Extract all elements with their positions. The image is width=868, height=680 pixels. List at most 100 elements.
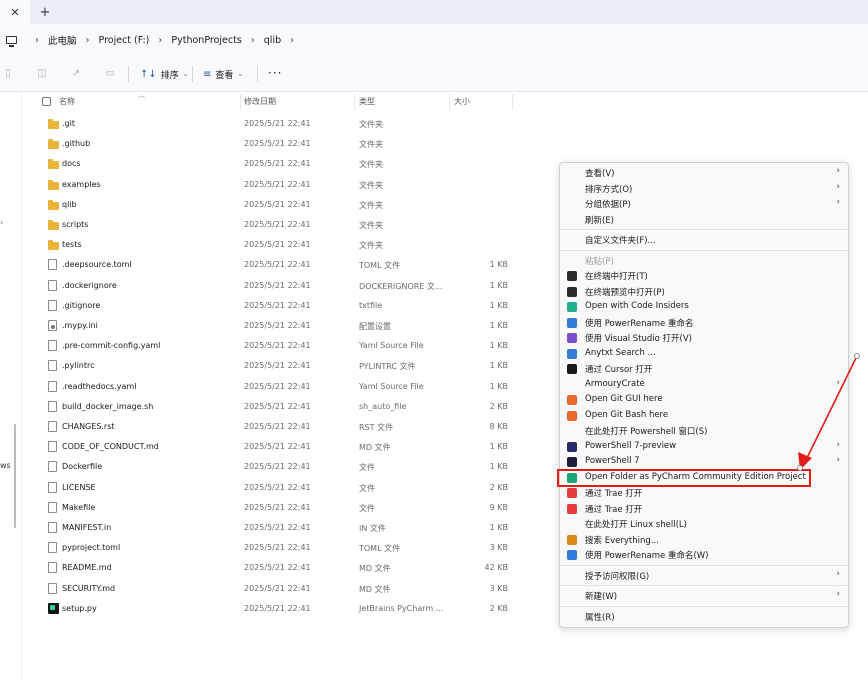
tab-close-button[interactable]: ✕ [0,0,30,24]
breadcrumb-separator[interactable]: › [77,35,99,46]
table-row[interactable]: .readthedocs.yaml 2025/5/21 22:41 Yaml Sou… [22,377,522,397]
table-row[interactable]: CODE_OF_CONDUCT.md 2025/5/21 22:41 MD 文件 1 … [22,437,522,457]
table-row[interactable]: .dockerignore 2025/5/21 22:41 DOCKERIGNORE… [22,276,522,296]
context-menu-item[interactable]: PowerShell 7 › [560,454,848,470]
table-row[interactable]: qlib 2025/5/21 22:41 文件夹 [22,195,522,215]
context-menu-item-label: 分组依据(P) [585,200,631,210]
context-menu-item[interactable]: 查看(V) › [560,165,848,181]
file-modified-date: 2025/5/21 22:41 [244,280,311,290]
breadcrumb-separator[interactable]: › [281,35,303,46]
table-row[interactable]: tests 2025/5/21 22:41 文件夹 [22,235,522,255]
column-header-name[interactable]: 名称 [59,96,75,107]
select-all-checkbox[interactable] [42,97,51,106]
breadcrumb-python-projects[interactable]: PythonProjects [171,35,241,46]
context-menu-item[interactable]: Open Git Bash here [560,408,848,424]
column-divider[interactable] [240,94,241,110]
context-menu-item[interactable]: Open with Code Insiders [560,299,848,315]
table-row[interactable]: .mypy.ini 2025/5/21 22:41 配置设置 1 KB [22,316,522,336]
context-menu-item-label: 搜索 Everything... [585,535,659,546]
context-menu-item-label: 在终端中打开(T) [585,272,648,282]
column-divider[interactable] [449,94,450,110]
table-row[interactable]: .gitignore 2025/5/21 22:41 txtfile 1 KB [22,296,522,316]
breadcrumb[interactable]: › 此电脑 › Project (F:) › PythonProjects › … [26,24,303,56]
context-menu-item[interactable]: ArmouryCrate › [560,377,848,393]
column-divider[interactable] [354,94,355,110]
sort-button[interactable]: ↑↓ 排序 ⌄ [140,66,189,82]
file-type: Yaml Source File [359,381,424,391]
table-row[interactable]: SECURITY.md 2025/5/21 22:41 MD 文件 3 KB [22,579,522,599]
table-row[interactable]: .pre-commit-config.yaml 2025/5/21 22:41 Ya… [22,336,522,356]
table-row[interactable]: .github 2025/5/21 22:41 文件夹 [22,134,522,154]
context-menu-item[interactable]: 搜索 Everything... [560,532,848,548]
more-options-button[interactable]: ··· [268,66,282,80]
context-menu-item[interactable]: 通过 Trae 打开 [560,501,848,517]
context-menu-item[interactable]: Anytxt Search ... [560,346,848,362]
context-menu-item[interactable]: PowerShell 7-preview › [560,439,848,455]
context-menu-item[interactable]: 使用 Visual Studio 打开(V) [560,330,848,346]
table-row[interactable]: build_docker_image.sh 2025/5/21 22:41 sh_a… [22,397,522,417]
file-size: 3 KB [489,543,508,553]
column-divider[interactable] [512,94,513,110]
breadcrumb-separator[interactable]: › [149,35,171,46]
context-menu-item[interactable]: 新建(W) › [560,588,848,604]
file-modified-date: 2025/5/21 22:41 [244,159,311,169]
column-header-size[interactable]: 大小 [454,96,470,107]
file-size: 42 KB [484,563,508,573]
context-menu-item[interactable]: 刷新(E) [560,212,848,228]
context-menu-item[interactable]: 在此处打开 Powershell 窗口(S) [560,423,848,439]
paste-icon[interactable]: ▯ [2,68,14,80]
nav-item-fragment[interactable]: ws [0,461,11,470]
table-row[interactable]: .deepsource.toml 2025/5/21 22:41 TOML 文件 1 … [22,255,522,275]
computer-icon[interactable] [6,36,17,47]
table-row[interactable]: setup.py 2025/5/21 22:41 JetBrains PyCharm… [22,599,522,619]
table-row[interactable]: pyproject.toml 2025/5/21 22:41 TOML 文件 3 KB [22,538,522,558]
context-menu-item[interactable]: 属性(R) [560,609,848,625]
table-row[interactable]: Dockerfile 2025/5/21 22:41 文件 1 KB [22,457,522,477]
table-row[interactable]: Makefile 2025/5/21 22:41 文件 9 KB [22,498,522,518]
table-row[interactable]: CHANGES.rst 2025/5/21 22:41 RST 文件 8 KB [22,417,522,437]
file-name: .dockerignore [62,280,117,290]
table-row[interactable]: .git 2025/5/21 22:41 文件夹 [22,114,522,134]
address-bar[interactable]: › 此电脑 › Project (F:) › PythonProjects › … [0,24,868,56]
table-row[interactable]: LICENSE 2025/5/21 22:41 文件 2 KB [22,478,522,498]
table-row[interactable]: docs 2025/5/21 22:41 文件夹 [22,154,522,174]
close-icon[interactable]: ✕ [10,6,19,19]
context-menu-item[interactable]: 使用 PowerRename 重命名(W) [560,547,848,563]
nav-scrollbar[interactable] [14,424,16,528]
breadcrumb-qlib[interactable]: qlib [264,35,281,46]
context-menu-item[interactable]: 在终端预览中打开(P) [560,284,848,300]
plus-icon[interactable]: + [40,5,51,20]
file-type: txtfile [359,300,383,310]
context-menu-item[interactable]: 在此处打开 Linux shell(L) [560,516,848,532]
context-menu-item[interactable]: 使用 PowerRename 重命名 [560,315,848,331]
rename-icon[interactable]: ◫ [36,68,48,80]
context-menu-item[interactable]: 通过 Cursor 打开 [560,361,848,377]
table-row[interactable]: .pylintrc 2025/5/21 22:41 PYLINTRC 文件 1 KB [22,356,522,376]
context-menu-item[interactable]: 分组依据(P) › [560,196,848,212]
breadcrumb-separator[interactable]: › [242,35,264,46]
table-row[interactable]: examples 2025/5/21 22:41 文件夹 [22,175,522,195]
table-row[interactable]: README.md 2025/5/21 22:41 MD 文件 42 KB [22,558,522,578]
context-menu-item[interactable]: 授予访问权限(G) › [560,568,848,584]
view-button[interactable]: ≡ 查看 ⌄ [203,66,243,82]
breadcrumb-separator[interactable]: › [26,35,48,46]
column-header-type[interactable]: 类型 [359,96,375,107]
context-menu-item[interactable]: Open Git GUI here [560,392,848,408]
breadcrumb-this-pc[interactable]: 此电脑 [48,33,77,47]
share-icon[interactable]: ↗ [70,68,82,80]
column-header-modified[interactable]: 修改日期 [244,96,276,107]
new-tab-button[interactable]: + [36,3,54,21]
file-size: 1 KB [489,442,508,452]
file-size: 2 KB [489,603,508,613]
context-menu-item[interactable]: 在终端中打开(T) [560,268,848,284]
context-menu-item[interactable]: 自定义文件夹(F)... [560,232,848,248]
table-row[interactable]: scripts 2025/5/21 22:41 文件夹 [22,215,522,235]
context-menu-item[interactable]: 通过 Trae 打开 [560,485,848,501]
context-menu-item[interactable]: 排序方式(O) › [560,181,848,197]
breadcrumb-drive[interactable]: Project (F:) [99,35,150,46]
delete-icon[interactable]: ▭ [104,68,116,80]
nav-expand-mark[interactable]: › [0,218,3,227]
table-row[interactable]: MANIFEST.in 2025/5/21 22:41 IN 文件 1 KB [22,518,522,538]
file-type: 文件 [359,503,375,513]
navigation-pane[interactable]: › ws [0,92,22,680]
